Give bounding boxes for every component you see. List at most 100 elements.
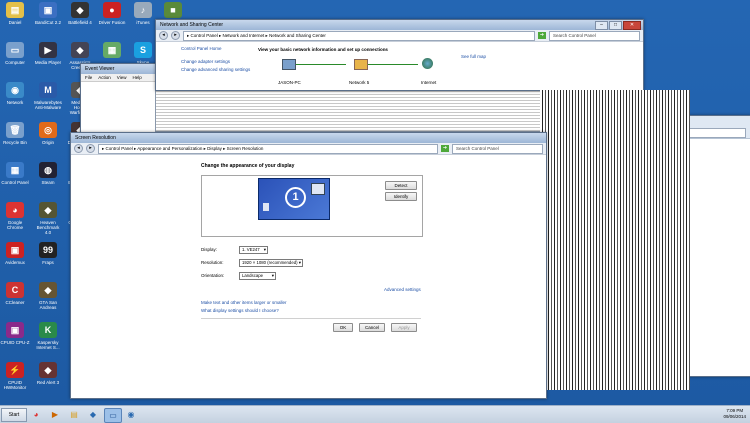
forward-icon[interactable]: ▸ — [171, 31, 180, 40]
search-input[interactable]: Search Control Panel — [452, 143, 543, 154]
display-select[interactable]: 1. VE247 — [239, 246, 268, 254]
display-settings-icon[interactable]: ▭ — [104, 408, 122, 423]
desktop-icon[interactable]: SSkype — [128, 42, 158, 65]
apply-button[interactable]: Apply — [391, 323, 417, 332]
minimize-button[interactable]: – — [595, 21, 608, 30]
display-settings-help-link[interactable]: What display settings should I choose? — [201, 308, 279, 313]
desktop-icon-label: Media Player — [34, 60, 62, 65]
desktop-icon[interactable]: 🗑 Recycle Bin — [0, 122, 30, 145]
menu-help[interactable]: Help — [132, 75, 141, 80]
network-sharing-window[interactable]: Network and Sharing Center – □ ✕ ◂ ▸ ▸ C… — [155, 19, 644, 91]
alienware-icon[interactable]: ◆ — [85, 408, 101, 421]
back-icon[interactable]: ◂ — [159, 31, 168, 40]
desktop-icon-label: BandiCut 2.2 — [34, 20, 62, 25]
desktop-icon-image: ◆ — [39, 282, 57, 298]
identify-button[interactable]: Identify — [385, 192, 417, 201]
desktop-icon-image: ◆ — [71, 42, 89, 58]
media-player-icon[interactable]: ▶ — [47, 408, 63, 421]
network-content: Control Panel Home Change adapter settin… — [156, 42, 643, 87]
resolution-title: Screen Resolution — [75, 135, 116, 141]
menu-view[interactable]: View — [117, 75, 127, 80]
search-input[interactable]: Search Control Panel — [549, 30, 640, 41]
explorer-icon[interactable]: ▤ — [66, 408, 82, 421]
desktop-icon-image: ◍ — [39, 162, 57, 178]
desktop-icon-image: ◆ — [39, 362, 57, 378]
change-sharing-link[interactable]: Change advanced sharing settings — [181, 67, 250, 72]
desktop-icon[interactable]: ⚡ CPUID HWMonitor — [0, 362, 30, 390]
orientation-select[interactable]: Landscape — [239, 272, 276, 280]
glitch-artifact — [540, 90, 690, 390]
breadcrumb[interactable]: ▸ Control Panel ▸ Appearance and Persona… — [98, 143, 438, 154]
desktop-icon[interactable]: ◍ Steam — [33, 162, 63, 185]
monitor-preview-area: 1 Detect Identify — [201, 175, 423, 237]
refresh-icon[interactable]: ➜ — [538, 32, 546, 39]
menu-action[interactable]: Action — [98, 75, 111, 80]
event-viewer-window[interactable]: Event Viewer File Action View Help — [80, 63, 160, 135]
breadcrumb[interactable]: ▸ Control Panel ▸ Network and Internet ▸… — [183, 30, 535, 41]
close-button[interactable]: ✕ — [623, 21, 641, 30]
desktop-icon[interactable]: ◆ Battlefield 4 — [65, 2, 95, 25]
desktop-icon[interactable]: C CCleaner — [0, 282, 30, 305]
forward-icon[interactable]: ▸ — [86, 144, 95, 153]
refresh-icon[interactable]: ➜ — [441, 145, 449, 152]
desktop-icon-image: ◉ — [6, 82, 24, 98]
change-adapter-link[interactable]: Change adapter settings — [181, 59, 230, 64]
clock-date: 09/06/2014 — [723, 414, 746, 419]
desktop-icon[interactable]: ▭ Computer — [0, 42, 30, 65]
detect-button[interactable]: Detect — [385, 181, 417, 190]
desktop-icon[interactable]: ▶ Media Player — [33, 42, 63, 65]
cancel-button[interactable]: Cancel — [359, 323, 385, 332]
computer-icon — [282, 59, 296, 70]
network-window-controls: – □ ✕ — [595, 21, 641, 30]
network-bench-icon — [354, 59, 368, 70]
control-panel-home-link[interactable]: Control Panel Home — [181, 46, 222, 51]
desktop-icon-label: GTA San Andreas — [39, 300, 57, 310]
text-size-link[interactable]: Make text and other items larger or smal… — [201, 300, 287, 305]
taskbar: Start ◕ ▶ ▤ ◆ ▭ ◉ 7:09 PM 09/06/2014 — [0, 405, 750, 423]
event-viewer-title: Event Viewer — [81, 64, 159, 74]
desktop-icon[interactable]: ◎ Origin — [33, 122, 63, 145]
network-icon[interactable]: ◉ — [123, 408, 139, 421]
desktop-icon[interactable]: ▣ CPUID CPU-Z — [0, 322, 30, 345]
desktop-icon[interactable]: K Kaspersky Internet S... — [33, 322, 63, 350]
desktop-icon-label: Control Panel — [1, 180, 29, 185]
desktop-icon[interactable]: ◕ Google Chrome — [0, 202, 30, 230]
clock[interactable]: 7:09 PM 09/06/2014 — [723, 408, 746, 420]
desktop-icon[interactable]: M Malwarebytes Anti-Malware — [33, 82, 63, 110]
ok-button[interactable]: OK — [333, 323, 353, 332]
desktop-icon-image: K — [39, 322, 57, 338]
desktop-icon[interactable]: ▤ Daniel — [0, 2, 30, 25]
chrome-icon[interactable]: ◕ — [28, 408, 44, 421]
redraw-artifact — [155, 88, 557, 132]
screen-resolution-window[interactable]: Screen Resolution ◂ ▸ ▸ Control Panel ▸ … — [70, 132, 547, 399]
resolution-label: Resolution: — [201, 260, 224, 265]
desktop-icon[interactable]: ♪ iTunes — [128, 2, 158, 25]
desktop-icon-label: Malwarebytes Anti-Malware — [34, 100, 62, 110]
desktop-icon-label: Google Chrome — [6, 220, 23, 230]
see-full-map-link[interactable]: See full map — [461, 54, 486, 59]
desktop-icon[interactable]: ◉ Network — [0, 82, 30, 105]
desktop-icon-label: Recycle Bin — [3, 140, 27, 145]
start-button[interactable]: Start — [1, 408, 27, 422]
desktop-icon[interactable]: ▣ Avidemux — [0, 242, 30, 265]
back-icon[interactable]: ◂ — [74, 144, 83, 153]
desktop-icon[interactable]: ▣ BandiCut 2.2 — [33, 2, 63, 25]
desktop-icon-image: M — [39, 82, 57, 98]
resolution-select[interactable]: 1920 × 1080 (recommended) — [239, 259, 303, 267]
desktop-icon-image: ◕ — [6, 202, 24, 218]
monitor-tile[interactable]: 1 — [258, 178, 330, 220]
desktop-icon[interactable]: ◆ Red Alert 3 — [33, 362, 63, 385]
desktop-icon[interactable]: ▦ — [97, 42, 127, 60]
maximize-button[interactable]: □ — [609, 21, 622, 30]
desktop-icon[interactable]: ◆ Heaven Benchmark 4.0 — [33, 202, 63, 235]
menu-file[interactable]: File — [85, 75, 92, 80]
desktop-icon-image: ◎ — [39, 122, 57, 138]
desktop-icon[interactable]: ◆ GTA San Andreas — [33, 282, 63, 310]
desktop-icon-label: Network — [6, 100, 24, 105]
desktop-icon-label: Fraps — [42, 260, 54, 265]
desktop-icon-image: S — [134, 42, 152, 58]
desktop-icon[interactable]: ● Driver Fusion — [97, 2, 127, 25]
desktop-icon[interactable]: ▦ Control Panel — [0, 162, 30, 185]
desktop-icon[interactable]: 99 Fraps — [33, 242, 63, 265]
advanced-settings-link[interactable]: Advanced settings — [384, 287, 421, 292]
